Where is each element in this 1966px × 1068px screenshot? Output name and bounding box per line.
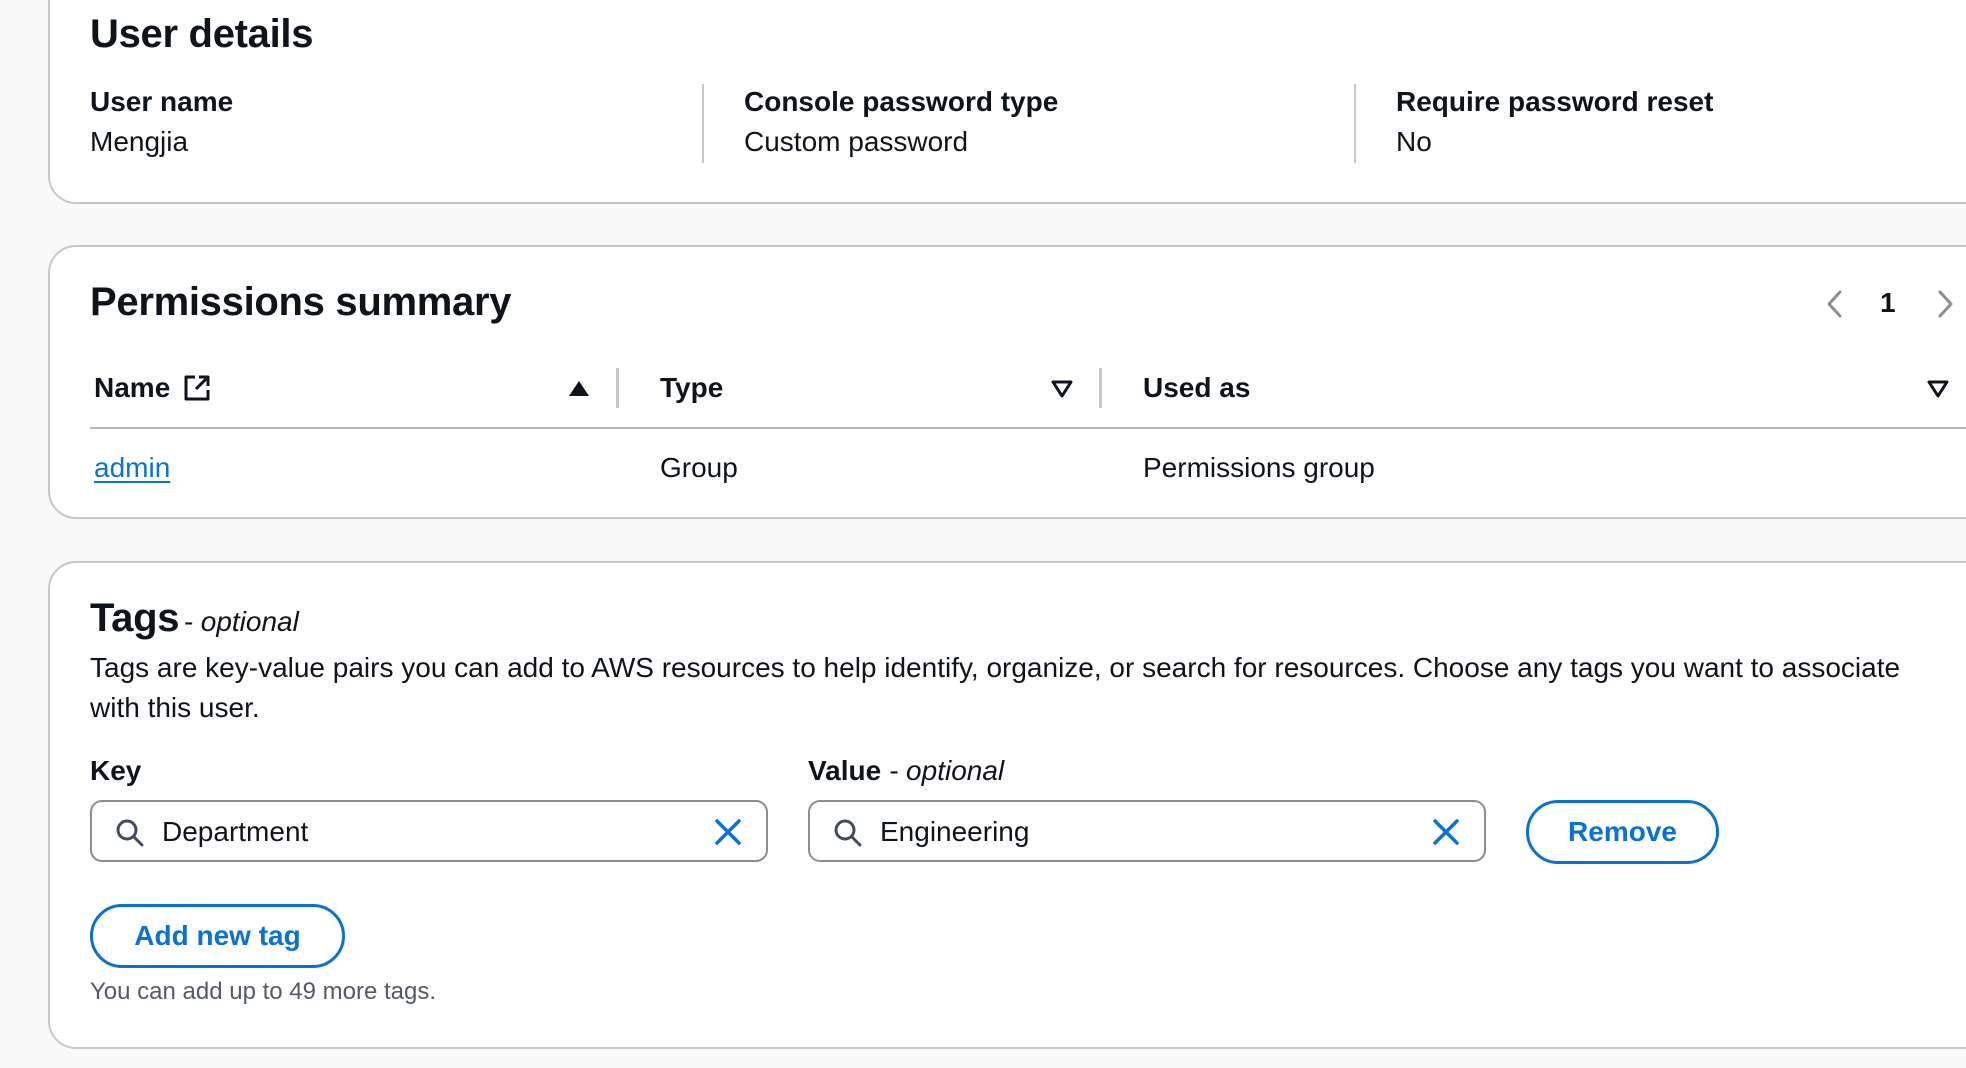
pagination-prev-button[interactable] <box>1820 287 1850 321</box>
add-new-tag-button[interactable]: Add new tag <box>90 904 345 968</box>
tags-limit-hint: You can add up to 49 more tags. <box>90 978 437 1005</box>
require-password-reset-value: No <box>1396 126 1432 157</box>
tags-optional-suffix: - optional <box>183 606 299 637</box>
column-divider <box>1354 84 1356 163</box>
external-link-icon <box>184 375 210 401</box>
console-password-type-value: Custom password <box>744 126 969 157</box>
table-header-divider <box>90 427 1966 429</box>
search-icon <box>834 819 862 847</box>
user-name-value: Mengjia <box>90 126 189 157</box>
remove-tag-button[interactable]: Remove <box>1526 800 1719 864</box>
tag-key-input[interactable]: Department <box>90 800 768 862</box>
group-name-link[interactable]: admin <box>94 452 170 483</box>
clear-icon[interactable] <box>712 816 744 848</box>
search-icon <box>116 819 144 847</box>
user-name-label: User name <box>90 86 234 117</box>
tag-value-value: Engineering <box>880 816 1030 847</box>
tag-value-input[interactable]: Engineering <box>808 800 1486 862</box>
column-header-name-label: Name <box>94 372 171 403</box>
sort-ascending-icon[interactable] <box>567 378 591 400</box>
chevron-left-icon <box>1827 290 1842 318</box>
column-resize-handle[interactable] <box>1099 368 1102 408</box>
column-header-type[interactable]: Type <box>660 372 723 404</box>
column-header-used-as[interactable]: Used as <box>1143 372 1250 404</box>
tag-key-value: Department <box>162 816 309 847</box>
permissions-summary-title: Permissions summary <box>90 280 512 324</box>
column-header-name[interactable]: Name <box>94 370 212 406</box>
tag-value-label-block: Value - optional <box>808 755 1004 787</box>
sort-toggle-icon[interactable] <box>1050 378 1074 400</box>
tag-value-label: Value <box>808 755 882 786</box>
pagination-current-page[interactable]: 1 <box>1880 287 1896 319</box>
tags-description: Tags are key-value pairs you can add to … <box>90 652 1901 723</box>
column-resize-handle[interactable] <box>616 368 619 408</box>
row-type-cell: Group <box>660 452 738 483</box>
require-password-reset-label: Require password reset <box>1396 86 1714 117</box>
tag-key-label: Key <box>90 755 142 786</box>
clear-icon[interactable] <box>1430 816 1462 848</box>
tags-title: Tags <box>90 596 180 640</box>
tags-title-block: Tags - optional <box>90 596 299 641</box>
row-used-as-cell: Permissions group <box>1143 452 1375 483</box>
sort-toggle-icon[interactable] <box>1926 378 1950 400</box>
chevron-right-icon <box>1938 290 1953 318</box>
pagination-next-button[interactable] <box>1930 287 1960 321</box>
console-password-type-label: Console password type <box>744 86 1059 117</box>
tag-value-optional-suffix: - optional <box>888 755 1005 786</box>
user-details-title: User details <box>90 12 314 56</box>
column-divider <box>702 84 704 163</box>
table-row: admin <box>94 452 170 484</box>
